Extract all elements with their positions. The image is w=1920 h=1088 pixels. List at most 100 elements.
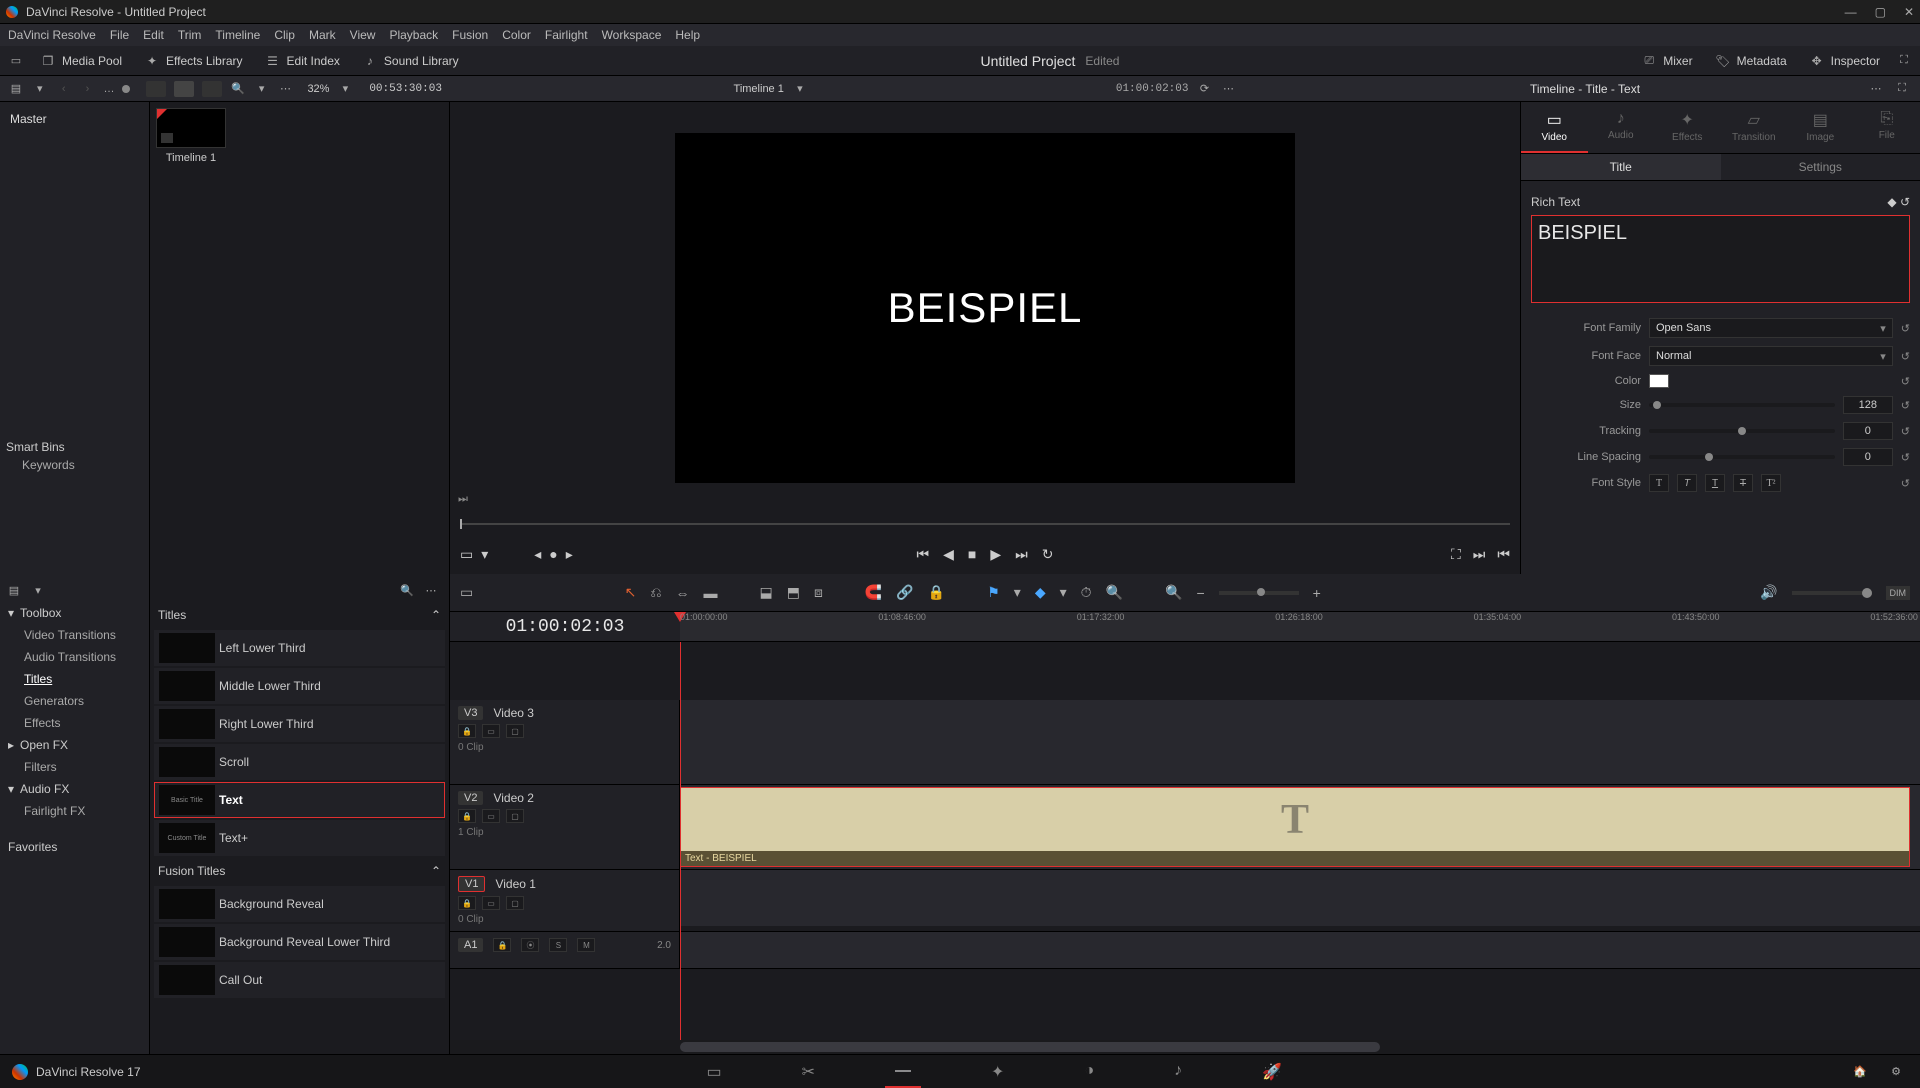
menu-color[interactable]: Color <box>502 28 531 42</box>
track-lock-v3[interactable]: 🔒 <box>458 724 476 738</box>
editindex-toggle[interactable]: ☰Edit Index <box>259 50 346 72</box>
metadata-view-button[interactable] <box>146 81 166 97</box>
track-arm-a1[interactable]: ⦿ <box>521 938 539 952</box>
fontfamily-reset-icon[interactable]: ↺ <box>1901 322 1910 335</box>
track-mute-a1[interactable]: M <box>577 938 595 952</box>
flag-icon[interactable]: ⚑ <box>987 584 1000 601</box>
play-button[interactable]: ▶ <box>990 546 1001 563</box>
tracking-reset-icon[interactable]: ↺ <box>1901 425 1910 438</box>
fx-filters[interactable]: Filters <box>0 756 149 778</box>
nav-back-icon[interactable]: ‹ <box>56 81 72 97</box>
title-item[interactable]: Left Lower Third <box>154 630 445 666</box>
marker-dropdown-icon[interactable]: ▾ <box>1060 584 1067 601</box>
timeline-scrollbar[interactable] <box>450 1040 1920 1054</box>
inspector-tab-effects[interactable]: ✦Effects <box>1654 102 1721 153</box>
inspector-tab-transition[interactable]: ▱Transition <box>1721 102 1788 153</box>
blade-tool-icon[interactable]: ▬ <box>704 585 718 601</box>
inspector-options-icon[interactable]: ⋯ <box>1868 81 1884 97</box>
titlelist-options-icon[interactable]: ⋯ <box>423 582 439 598</box>
linespacing-reset-icon[interactable]: ↺ <box>1901 451 1910 464</box>
page-fusion[interactable]: ✦ <box>981 1056 1014 1088</box>
chevron-down-icon[interactable]: ▾ <box>32 81 48 97</box>
tracking-slider[interactable] <box>1649 429 1835 433</box>
menu-fairlight[interactable]: Fairlight <box>545 28 588 42</box>
track-badge-v1[interactable]: V1 <box>458 876 485 892</box>
fontstyle-italic-button[interactable]: T <box>1677 474 1697 492</box>
record-dot-icon[interactable] <box>122 85 130 93</box>
lock-icon[interactable]: 🔒 <box>928 584 945 601</box>
color-reset-icon[interactable]: ↺ <box>1901 375 1910 388</box>
track-auto-v3[interactable]: ▭ <box>482 724 500 738</box>
fx-titles[interactable]: Titles <box>0 668 149 690</box>
inspector-subtab-settings[interactable]: Settings <box>1721 154 1920 180</box>
settings-icon[interactable]: ⚙ <box>1888 1064 1904 1080</box>
menu-workspace[interactable]: Workspace <box>602 28 662 42</box>
clip-timeline1[interactable]: Timeline 1 <box>156 108 226 164</box>
page-deliver[interactable]: 🚀 <box>1252 1056 1292 1088</box>
title-item[interactable]: Background Reveal <box>154 886 445 922</box>
viewer-scrubber[interactable] <box>450 514 1520 534</box>
color-swatch[interactable] <box>1649 374 1669 388</box>
size-reset-icon[interactable]: ↺ <box>1901 399 1910 412</box>
effects-toggle[interactable]: ✦Effects Library <box>138 50 248 72</box>
bin-master[interactable]: Master <box>6 108 143 130</box>
sort-icon[interactable]: ▤ <box>8 81 24 97</box>
speed-icon[interactable]: ⏱ <box>1081 584 1092 601</box>
track-lane-v2[interactable]: T Text - BEISPIEL <box>680 785 1920 869</box>
toolbox-header[interactable]: ▾Toolbox <box>0 602 149 624</box>
filter-dropdown-icon[interactable]: ▾ <box>254 81 270 97</box>
collapse-icon[interactable]: ⌃ <box>431 608 441 622</box>
track-badge-a1[interactable]: A1 <box>458 938 483 952</box>
smart-bin-keywords[interactable]: Keywords <box>6 454 143 476</box>
title-item[interactable]: Call Out <box>154 962 445 998</box>
clip-text-beispiel[interactable]: T Text - BEISPIEL <box>680 787 1910 867</box>
next-frame-button[interactable]: ⏭ <box>1015 546 1028 563</box>
playhead-line[interactable] <box>680 642 681 1040</box>
reset-section-icon[interactable]: ↺ <box>1900 195 1910 209</box>
nav-fwd-icon[interactable]: › <box>80 81 96 97</box>
inspector-tab-audio[interactable]: ♪Audio <box>1588 102 1655 153</box>
fontstyle-sup-button[interactable]: T² <box>1761 474 1781 492</box>
replace-clip-icon[interactable]: ⧈ <box>814 584 823 601</box>
title-item[interactable]: Custom TitleText+ <box>154 820 445 856</box>
go-first-button[interactable]: ⏮ <box>1497 546 1510 563</box>
first-frame-icon[interactable]: ⏭ <box>458 493 468 506</box>
inspector-tab-image[interactable]: ▤Image <box>1787 102 1854 153</box>
inspector-toggle[interactable]: ✥Inspector <box>1803 50 1886 72</box>
flag-dropdown-icon[interactable]: ▾ <box>1014 584 1021 601</box>
fusion-titles-group-label[interactable]: Fusion Titles <box>158 864 225 878</box>
viewer-mode-button[interactable]: ▭ <box>460 546 473 563</box>
dim-button[interactable]: DIM <box>1886 586 1911 600</box>
dynamic-trim-icon[interactable]: ⇔ <box>676 585 690 601</box>
fontfamily-select[interactable]: Open Sans <box>1649 318 1893 338</box>
timeline-timecode[interactable]: 01:00:02:03 <box>450 612 680 641</box>
timeline-ruler[interactable]: 01:00:00:0001:08:46:0001:17:32:0001:26:1… <box>680 612 1920 641</box>
fontstyle-strike-button[interactable]: T <box>1733 474 1753 492</box>
track-enable-v2[interactable]: ▢ <box>506 809 524 823</box>
track-lock-v2[interactable]: 🔒 <box>458 809 476 823</box>
selection-tool-icon[interactable]: ↖ <box>625 584 637 601</box>
track-solo-a1[interactable]: S <box>549 938 567 952</box>
menu-view[interactable]: View <box>350 28 376 42</box>
inspector-tab-file[interactable]: ⎘File <box>1854 102 1920 153</box>
zoom-in-icon[interactable]: + <box>1313 585 1321 601</box>
fontface-select[interactable]: Normal <box>1649 346 1893 366</box>
title-item[interactable]: Background Reveal Lower Third <box>154 924 445 960</box>
inspector-expand-icon[interactable]: ⛶ <box>1894 81 1910 97</box>
trim-tool-icon[interactable]: ⎌ <box>650 584 661 601</box>
track-lock-v1[interactable]: 🔒 <box>458 896 476 910</box>
viewer-canvas[interactable]: BEISPIEL ⏭ <box>450 102 1520 514</box>
title-item[interactable]: Right Lower Third <box>154 706 445 742</box>
first-frame-button[interactable]: ⏮ <box>917 546 930 563</box>
menu-mark[interactable]: Mark <box>309 28 336 42</box>
sync-icon[interactable]: ⟳ <box>1196 81 1212 97</box>
zoom-value[interactable]: 32% <box>307 83 329 95</box>
zoom-detail-icon[interactable]: 🔍 <box>1165 584 1182 601</box>
fx-video-transitions[interactable]: Video Transitions <box>0 624 149 646</box>
openfx-header[interactable]: ▸Open FX <box>0 734 149 756</box>
track-auto-v1[interactable]: ▭ <box>482 896 500 910</box>
inspector-tab-video[interactable]: ▭Video <box>1521 102 1588 153</box>
stop-button[interactable]: ■ <box>968 546 976 562</box>
snap-icon[interactable]: 🧲 <box>865 584 882 601</box>
page-fairlight[interactable]: ♪ <box>1164 1056 1192 1088</box>
